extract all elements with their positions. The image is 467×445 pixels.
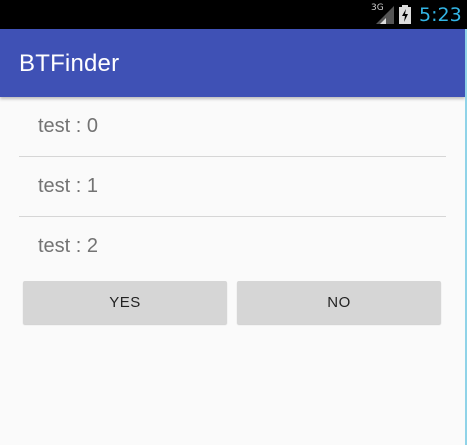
battery-charging-icon [399,5,411,24]
list-item-label: test : 2 [38,235,99,257]
list-item-label: test : 0 [38,115,99,137]
list-item[interactable]: test : 0 [19,97,446,157]
status-bar: 3G 5:23 [0,0,467,29]
list-item-label: test : 1 [38,175,99,197]
list-item[interactable]: test : 1 [19,157,446,217]
no-button[interactable]: NO [237,281,441,324]
status-time: 5:23 [419,4,462,26]
app-title: BTFinder [19,50,120,77]
yes-button[interactable]: YES [23,281,227,324]
list-item[interactable]: test : 2 [19,217,446,276]
app-screen: 3G 5:23 BTFinder test : 0 test : 1 test … [0,0,467,445]
app-bar: BTFinder [0,29,465,97]
device-list: test : 0 test : 1 test : 2 [19,97,446,276]
signal-icon [376,6,394,24]
